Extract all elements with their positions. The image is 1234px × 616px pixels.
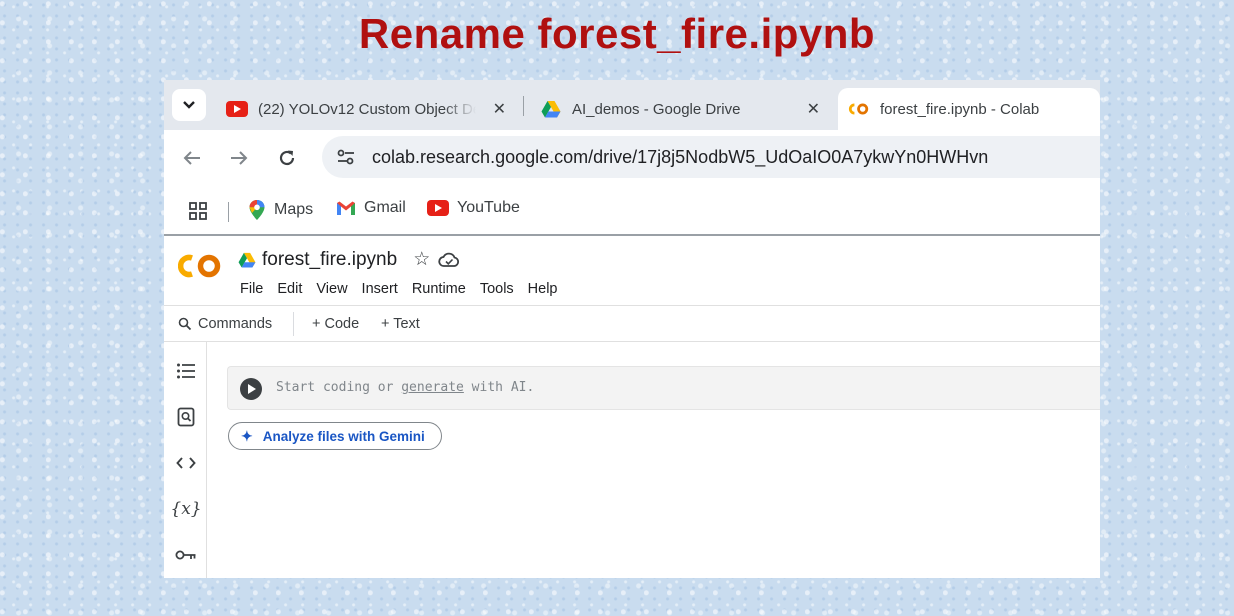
secrets-key-icon[interactable]: [174, 543, 198, 567]
site-info-icon[interactable]: [326, 137, 366, 177]
menu-edit[interactable]: Edit: [277, 281, 302, 297]
menu-bar: File Edit View Insert Runtime Tools Help: [240, 281, 572, 297]
arrow-right-icon: [231, 151, 248, 165]
notebook-title-row: forest_fire.ipynb ☆: [238, 248, 460, 271]
side-rail: {x}: [164, 342, 207, 578]
generate-link[interactable]: generate: [401, 380, 464, 395]
add-code-button[interactable]: + Code: [312, 316, 359, 332]
notebook-title[interactable]: forest_fire.ipynb: [262, 249, 397, 271]
tab-google-drive[interactable]: AI_demos - Google Drive ✕: [536, 88, 826, 130]
star-icon[interactable]: ☆: [413, 248, 430, 271]
close-icon[interactable]: ✕: [807, 99, 820, 119]
run-cell-button[interactable]: [240, 378, 262, 400]
gemini-button-label: Analyze files with Gemini: [262, 428, 425, 444]
add-text-label: + Text: [381, 316, 420, 332]
arrow-left-icon: [183, 151, 200, 165]
menu-tools[interactable]: Tools: [480, 281, 514, 297]
toolbar-divider: [293, 312, 294, 336]
bookmark-youtube[interactable]: YouTube: [427, 199, 520, 217]
tab-title: (22) YOLOv12 Custom Object Detection: [258, 100, 476, 118]
find-icon[interactable]: [174, 405, 198, 429]
close-icon[interactable]: ✕: [493, 99, 506, 119]
placeholder-text-start: Start coding or: [276, 380, 402, 395]
bookmark-label: Gmail: [364, 199, 406, 216]
analyze-files-gemini-button[interactable]: ✦ Analyze files with Gemini: [228, 422, 442, 450]
search-icon: [178, 317, 192, 331]
menu-file[interactable]: File: [240, 281, 263, 297]
bookmark-gmail[interactable]: Gmail: [336, 199, 406, 217]
bookmark-maps[interactable]: Maps: [248, 199, 313, 221]
youtube-icon: [226, 100, 248, 118]
menu-insert[interactable]: Insert: [362, 281, 398, 297]
sparkle-icon: ✦: [241, 427, 253, 444]
chevron-down-icon: [183, 101, 195, 109]
menu-runtime[interactable]: Runtime: [412, 281, 466, 297]
bookmark-divider: [228, 202, 229, 222]
address-bar[interactable]: colab.research.google.com/drive/17j8j5No…: [322, 136, 1100, 178]
back-button[interactable]: [178, 144, 206, 172]
bookmark-label: YouTube: [457, 199, 520, 216]
tab-strip: (22) YOLOv12 Custom Object Detection ✕ A…: [164, 80, 1100, 130]
google-maps-icon: [248, 199, 266, 221]
reload-icon: [279, 150, 295, 166]
add-code-label: + Code: [312, 316, 360, 332]
forward-button[interactable]: [225, 144, 253, 172]
tab-colab-active[interactable]: forest_fire.ipynb - Colab: [838, 88, 1100, 130]
table-of-contents-icon[interactable]: [174, 359, 198, 383]
variables-icon[interactable]: {x}: [170, 497, 201, 521]
code-snippets-icon[interactable]: [174, 451, 198, 475]
placeholder-text-end: with AI.: [463, 380, 535, 395]
url-text: colab.research.google.com/drive/17j8j5No…: [372, 146, 989, 167]
tab-youtube-video[interactable]: (22) YOLOv12 Custom Object Detection ✕: [222, 88, 512, 130]
tab-divider: [523, 96, 524, 116]
bookmarks-bar: Maps Gmail YouTube: [164, 186, 1100, 236]
menu-help[interactable]: Help: [528, 281, 558, 297]
bookmark-label: Maps: [274, 201, 314, 218]
browser-window: (22) YOLOv12 Custom Object Detection ✕ A…: [164, 80, 1100, 578]
tab-title: forest_fire.ipynb - Colab: [880, 100, 1040, 118]
reload-button[interactable]: [273, 144, 301, 172]
gmail-icon: [336, 200, 356, 216]
tab-search-button[interactable]: [172, 89, 206, 121]
slide-title: Rename forest_fire.ipynb: [358, 10, 876, 57]
browser-toolbar: colab.research.google.com/drive/17j8j5No…: [164, 130, 1100, 186]
code-cell[interactable]: Start coding or generate with AI.: [227, 366, 1100, 410]
apps-button[interactable]: [188, 201, 208, 221]
colab-logo[interactable]: [177, 252, 224, 288]
add-text-button[interactable]: + Text: [381, 316, 420, 332]
menu-view[interactable]: View: [316, 281, 347, 297]
apps-grid-icon: [189, 202, 207, 220]
colab-toolbar: Commands + Code + Text: [164, 306, 1100, 342]
google-drive-icon: [238, 252, 256, 268]
cell-placeholder: Start coding or generate with AI.: [276, 380, 534, 395]
colab-icon: [848, 100, 870, 118]
youtube-icon: [427, 200, 449, 216]
commands-label: Commands: [198, 316, 273, 332]
cloud-icon[interactable]: [438, 252, 460, 268]
commands-button[interactable]: Commands: [178, 316, 272, 332]
colab-header: forest_fire.ipynb ☆ File Edit View Inser…: [164, 238, 1100, 306]
google-drive-icon: [540, 100, 562, 118]
tab-title: AI_demos - Google Drive: [572, 100, 741, 118]
